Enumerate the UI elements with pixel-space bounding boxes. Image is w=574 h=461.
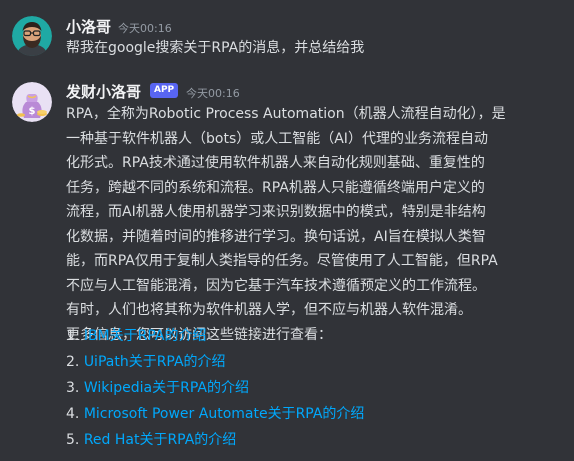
list-number: 1. <box>66 328 80 344</box>
message-text: RPA，全称为Robotic Process Automation（机器人流程自… <box>66 102 566 347</box>
app-badge: APP <box>150 83 179 98</box>
redhat-link[interactable]: Red Hat关于RPA的介绍 <box>84 432 237 448</box>
list-item: 5. Red Hat关于RPA的介绍 <box>66 428 236 452</box>
list-item: 3. Wikipedia关于RPA的介绍 <box>66 376 249 400</box>
message-bot: $ 发财小洛哥 APP 今天00:16 RPA，全称为Robotic Proce… <box>0 70 574 461</box>
ibm-link[interactable]: IBM关于RPA的介绍 <box>84 328 207 344</box>
text-line: 化数据，并随着时间的推移进行学习。换句话说，AI旨在模拟人类智 <box>66 228 486 245</box>
money-bag-avatar-icon: $ <box>12 82 52 122</box>
text-line: 能，而RPA仅用于复制人类指导的任务。尽管使用了人工智能，但RPA <box>66 253 498 269</box>
timestamp[interactable]: 今天00:16 <box>186 85 240 101</box>
text-line: 有时，人们也将其称为软件机器人学，但不应与机器人软件混淆。 <box>66 302 472 318</box>
message-user: 小洛哥 今天00:16 帮我在google搜索关于RPA的消息，并总结给我 <box>0 0 574 70</box>
avatar[interactable]: $ <box>12 82 52 122</box>
text-line: 任务，跨越不同的系统和流程。RPA机器人只能遵循终端用户定义的 <box>66 179 485 196</box>
text-line: 一种基于软件机器人（bots）或人工智能（AI）代理的业务流程自动 <box>66 130 488 147</box>
timestamp[interactable]: 今天00:16 <box>118 20 172 36</box>
wikipedia-link[interactable]: Wikipedia关于RPA的介绍 <box>84 380 249 396</box>
list-item: 1. IBM关于RPA的介绍 <box>66 324 206 348</box>
list-number: 3. <box>66 380 80 396</box>
username[interactable]: 小洛哥 <box>66 16 111 37</box>
text-line: RPA，全称为Robotic Process Automation（机器人流程自… <box>66 106 506 122</box>
uipath-link[interactable]: UiPath关于RPA的介绍 <box>84 354 226 370</box>
avatar[interactable] <box>12 16 52 56</box>
text-line: 化形式。RPA技术通过使用软件机器人来自动化规则基础、重复性的 <box>66 155 485 171</box>
text-line: 不应与人工智能混淆，因为它基于汽车技术遵循预定义的工作流程。 <box>66 277 486 294</box>
message-text: 帮我在google搜索关于RPA的消息，并总结给我 <box>66 40 365 56</box>
text-line: 流程，而AI机器人使用机器学习来识别数据中的模式，特别是非结构 <box>66 204 486 220</box>
list-number: 5. <box>66 432 80 448</box>
microsoft-link[interactable]: Microsoft Power Automate关于RPA的介绍 <box>84 406 365 422</box>
list-item: 2. UiPath关于RPA的介绍 <box>66 350 226 374</box>
svg-text:$: $ <box>29 106 36 117</box>
list-number: 4. <box>66 406 80 422</box>
list-item: 4. Microsoft Power Automate关于RPA的介绍 <box>66 402 364 426</box>
bearded-man-avatar-icon <box>12 16 52 56</box>
list-number: 2. <box>66 354 80 370</box>
username[interactable]: 发财小洛哥 <box>66 81 141 102</box>
